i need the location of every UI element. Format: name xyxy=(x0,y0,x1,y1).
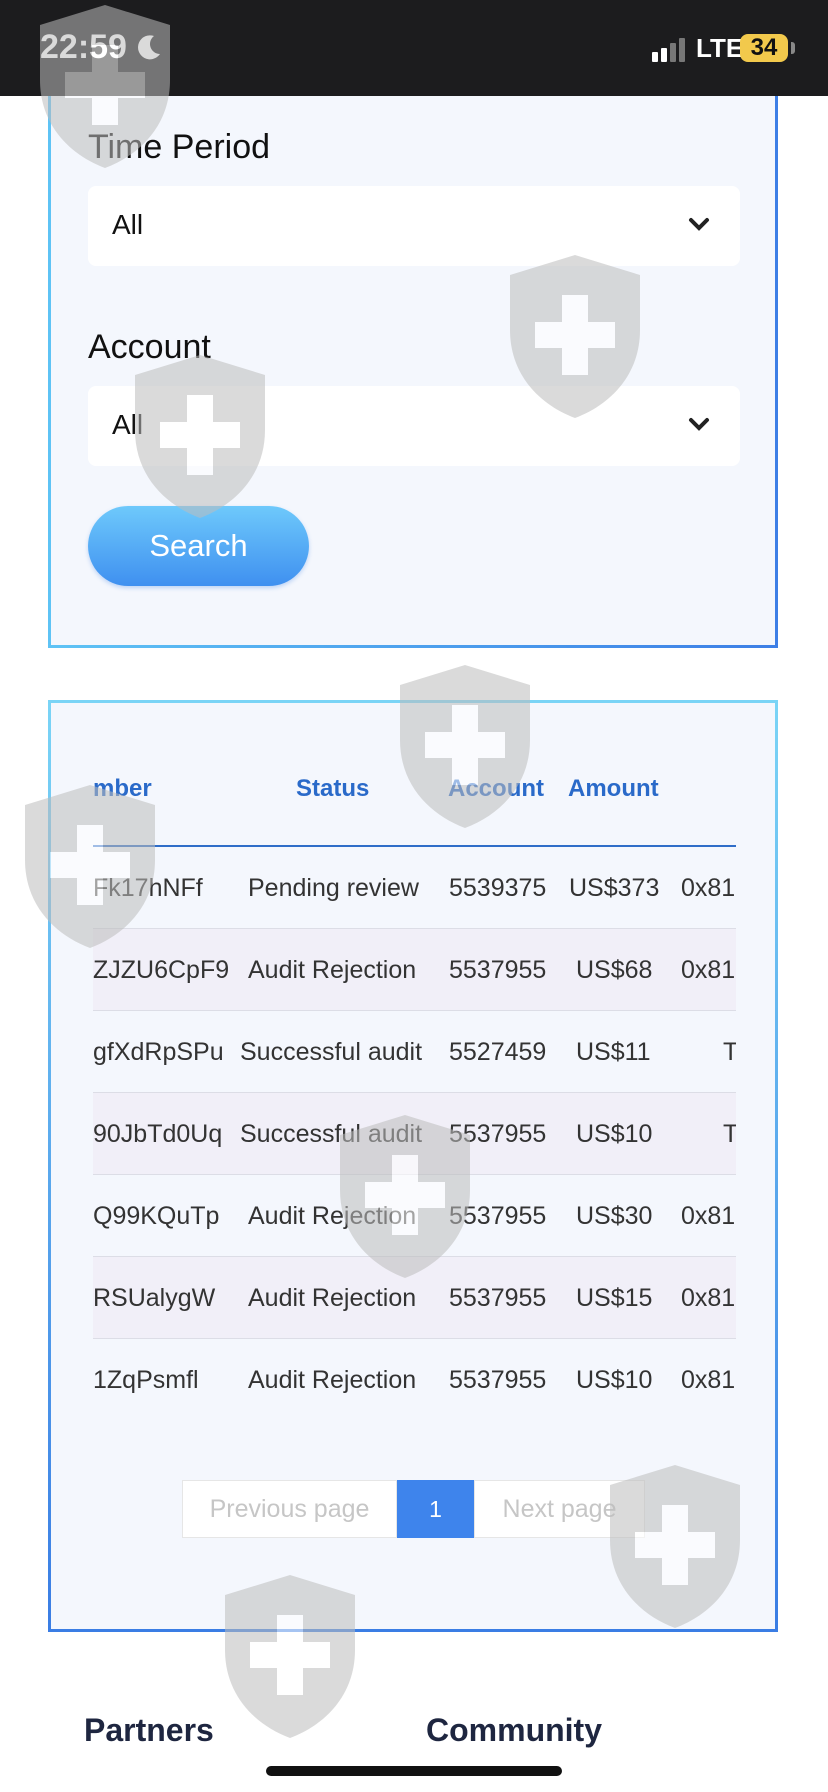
table-row[interactable]: 90JbTd0Uq Successful audit 5537955 US$10… xyxy=(93,1093,736,1175)
column-header-amount[interactable]: Amount xyxy=(568,775,659,803)
column-header-account[interactable]: Account xyxy=(448,775,544,803)
cell-status: Successful audit xyxy=(240,1120,423,1148)
cell-account: 5537955 xyxy=(449,1284,547,1312)
cell-account: 5537955 xyxy=(449,1366,547,1394)
cell-extra: T xyxy=(723,1038,736,1066)
table-row[interactable]: Q99KQuTp Audit Rejection 5537955 US$30 0… xyxy=(93,1175,736,1257)
cell-number: Fk17hNFf xyxy=(93,874,203,902)
cell-number: RSUalygW xyxy=(93,1284,216,1312)
cell-status: Audit Rejection xyxy=(248,956,417,984)
table-row[interactable]: Fk17hNFf Pending review 5539375 US$373 0… xyxy=(93,847,736,929)
table-row[interactable]: ZJZU6CpF9 Audit Rejection 5537955 US$68 … xyxy=(93,929,736,1011)
network-label: LTE xyxy=(696,33,744,63)
search-button[interactable]: Search xyxy=(88,506,309,586)
cell-account: 5527459 xyxy=(449,1038,547,1066)
home-indicator xyxy=(266,1766,562,1776)
cell-status: Audit Rejection xyxy=(248,1284,417,1312)
cell-status: Audit Rejection xyxy=(248,1366,417,1394)
cell-account: 5539375 xyxy=(449,874,547,902)
cell-extra: 0x81 xyxy=(681,1202,736,1230)
cell-number: Q99KQuTp xyxy=(93,1202,220,1230)
status-bar: 22:59 LTE 34 xyxy=(0,0,828,96)
cell-amount: US$373 xyxy=(569,874,660,902)
column-header-status[interactable]: Status xyxy=(296,775,369,803)
cell-amount: US$15 xyxy=(576,1284,653,1312)
cell-status: Successful audit xyxy=(240,1038,423,1066)
cell-extra: 0x81 xyxy=(681,1284,736,1312)
column-header-number[interactable]: mber xyxy=(93,775,152,803)
cell-amount: US$30 xyxy=(576,1202,653,1230)
cell-amount: US$68 xyxy=(576,956,653,984)
cell-extra: 0x81 xyxy=(681,956,736,984)
time-period-value: All xyxy=(112,209,144,240)
table-row[interactable]: 1ZqPsmfl Audit Rejection 5537955 US$10 0… xyxy=(93,1339,736,1405)
cell-number: gfXdRpSPu xyxy=(93,1038,224,1066)
cell-number: ZJZU6CpF9 xyxy=(93,956,230,984)
time-period-select[interactable]: All xyxy=(88,186,740,266)
clock: 22:59 xyxy=(40,28,127,66)
table-row[interactable]: gfXdRpSPu Successful audit 5527459 US$11… xyxy=(93,1011,736,1093)
next-page-button[interactable]: Next page xyxy=(474,1480,645,1538)
battery-tip xyxy=(791,42,795,54)
partners-link[interactable]: Partners xyxy=(84,1712,214,1749)
cell-account: 5537955 xyxy=(449,956,547,984)
records-table[interactable]: mber Status Account Amount Fk17hNFf Pend… xyxy=(93,745,736,1405)
table-row[interactable]: RSUalygW Audit Rejection 5537955 US$15 0… xyxy=(93,1257,736,1339)
account-select[interactable]: All xyxy=(88,386,740,466)
cell-number: 90JbTd0Uq xyxy=(93,1120,223,1148)
community-link[interactable]: Community xyxy=(426,1712,602,1749)
signal-icon xyxy=(652,38,685,62)
moon-icon xyxy=(138,35,160,60)
account-label: Account xyxy=(88,328,211,366)
account-value: All xyxy=(112,409,144,440)
cell-status: Audit Rejection xyxy=(248,1202,417,1230)
cell-account: 5537955 xyxy=(449,1202,547,1230)
chevron-down-icon xyxy=(689,418,709,431)
battery-icon: 34 xyxy=(740,34,788,62)
cell-account: 5537955 xyxy=(449,1120,547,1148)
previous-page-button[interactable]: Previous page xyxy=(182,1480,397,1538)
chevron-down-icon xyxy=(689,218,709,231)
cell-amount: US$10 xyxy=(576,1120,653,1148)
time-period-label: Time Period xyxy=(88,128,271,166)
cell-extra: 0x81 xyxy=(681,1366,736,1394)
cell-extra: 0x81 xyxy=(681,874,736,902)
cell-extra: T xyxy=(723,1120,736,1148)
cell-status: Pending review xyxy=(248,874,419,902)
cell-number: 1ZqPsmfl xyxy=(93,1366,199,1394)
cell-amount: US$11 xyxy=(576,1038,651,1066)
cell-amount: US$10 xyxy=(576,1366,653,1394)
page-1-button[interactable]: 1 xyxy=(397,1480,474,1538)
